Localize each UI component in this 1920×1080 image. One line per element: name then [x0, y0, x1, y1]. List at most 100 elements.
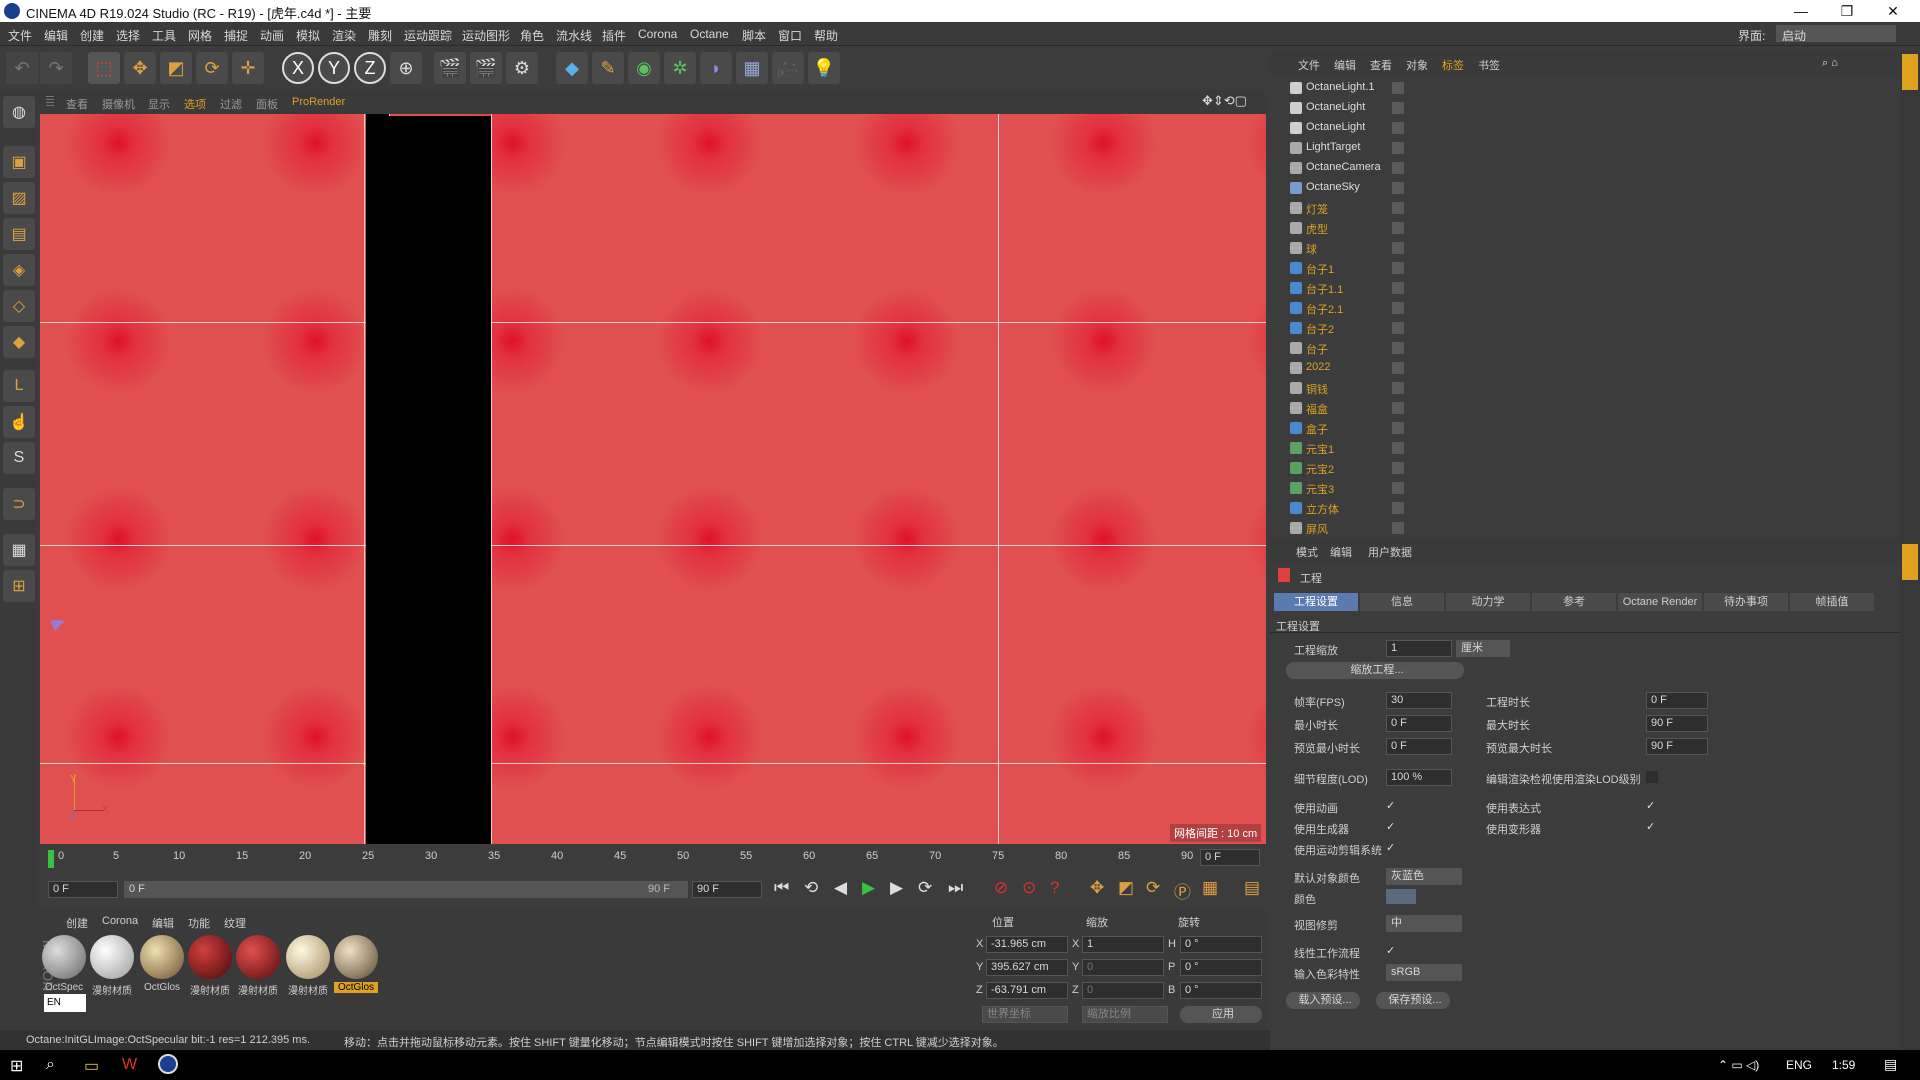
object-row[interactable]: 2022	[1270, 358, 1892, 378]
scale-icon[interactable]: ◩	[160, 52, 192, 84]
menu-tools[interactable]: 工具	[152, 27, 176, 44]
object-row[interactable]: 台子2	[1270, 318, 1892, 338]
subdivision-icon[interactable]: ◉	[628, 52, 660, 84]
pen-icon[interactable]: ✎	[592, 52, 624, 84]
minimize-button[interactable]: —	[1778, 0, 1824, 22]
menu-window[interactable]: 窗口	[778, 27, 802, 44]
maximize-button[interactable]: ❐	[1824, 0, 1870, 22]
cube-icon[interactable]: ◆	[556, 52, 588, 84]
live-select-icon[interactable]: ⬚	[88, 52, 120, 84]
polygons-mode-icon[interactable]: ◆	[3, 326, 35, 358]
wps-icon[interactable]: W	[122, 1056, 137, 1074]
scale-y-field[interactable]: 0	[1082, 959, 1164, 976]
save-preset-button[interactable]: 保存预设...	[1376, 992, 1450, 1009]
object-row[interactable]: OctaneLight	[1270, 98, 1892, 118]
tab-todo[interactable]: 待办事项	[1704, 593, 1788, 611]
view-clip-select[interactable]: 中	[1386, 915, 1462, 932]
points-mode-icon[interactable]: ◈	[3, 254, 35, 286]
side-tab-objects[interactable]	[1902, 54, 1918, 90]
object-row[interactable]: 屏风	[1270, 518, 1892, 538]
visibility-toggle-icon[interactable]	[1392, 522, 1404, 534]
material-swatch-4[interactable]	[188, 935, 232, 979]
visibility-toggle-icon[interactable]	[1392, 82, 1404, 94]
menu-plugins[interactable]: 插件	[602, 27, 626, 44]
snap-icon[interactable]: ⊃	[3, 488, 35, 520]
visibility-toggle-icon[interactable]	[1392, 502, 1404, 514]
viewport-nav-icons[interactable]: ✥⇕⟲▢	[1202, 93, 1247, 109]
playhead[interactable]	[48, 850, 54, 868]
scale-z-field[interactable]: 0	[1082, 982, 1164, 999]
pos-z-field[interactable]: -63.791 cm	[986, 982, 1068, 999]
mat-menu-corona[interactable]: Corona	[102, 915, 138, 927]
obj-menu-view[interactable]: 查看	[1370, 57, 1392, 73]
file-explorer-icon[interactable]: ▭	[84, 1056, 99, 1076]
next-key-icon[interactable]: ⟳	[918, 878, 932, 898]
render-view-icon[interactable]: 🎬	[434, 52, 466, 84]
visibility-toggle-icon[interactable]	[1392, 202, 1404, 214]
current-frame-field[interactable]: 0 F	[1200, 849, 1260, 866]
start-frame-field[interactable]: 0 F	[48, 881, 118, 898]
render-settings-icon[interactable]: ⚙	[506, 52, 538, 84]
key-param-icon[interactable]: Ⓟ	[1174, 878, 1191, 903]
end-frame-field[interactable]: 90 F	[692, 881, 762, 898]
menu-script[interactable]: 脚本	[742, 27, 766, 44]
viewport-menu-filter[interactable]: 过滤	[220, 96, 242, 112]
object-row[interactable]: 盒子	[1270, 418, 1892, 438]
menu-octane[interactable]: Octane	[690, 27, 729, 41]
render-lod-checkbox[interactable]	[1646, 771, 1658, 783]
material-swatch-6[interactable]	[286, 935, 330, 979]
use-expression-checkbox[interactable]: ✓	[1646, 800, 1658, 812]
visibility-toggle-icon[interactable]	[1392, 142, 1404, 154]
key-move-icon[interactable]: ✥	[1090, 878, 1104, 898]
menu-mesh[interactable]: 网格	[188, 27, 212, 44]
tab-info[interactable]: 信息	[1360, 593, 1444, 611]
transform-icon[interactable]: ✛	[232, 52, 264, 84]
attr-menu-mode[interactable]: 模式	[1296, 544, 1318, 560]
rot-p-field[interactable]: 0 °	[1180, 959, 1262, 976]
texture-mode-icon[interactable]: ▨	[3, 182, 35, 214]
obj-menu-objects[interactable]: 对象	[1406, 57, 1428, 73]
visibility-toggle-icon[interactable]	[1392, 342, 1404, 354]
viewport-menu-view[interactable]: 查看	[66, 96, 88, 112]
ime-lang[interactable]: EN	[44, 994, 86, 1012]
mat-menu-create[interactable]: 创建	[66, 915, 88, 931]
notification-icon[interactable]: ▤	[1884, 1056, 1897, 1073]
rot-b-field[interactable]: 0 °	[1180, 982, 1262, 999]
viewport-menu-options[interactable]: 选项	[184, 96, 206, 112]
tray-icons[interactable]: ⌃ ▭ ◁)	[1718, 1058, 1759, 1072]
visibility-toggle-icon[interactable]	[1392, 162, 1404, 174]
windows-start-icon[interactable]: ⊞	[10, 1056, 23, 1076]
menu-snap[interactable]: 捕捉	[224, 27, 248, 44]
object-row[interactable]: 元宝1	[1270, 438, 1892, 458]
min-time-field[interactable]: 0 F	[1386, 715, 1452, 732]
array-icon[interactable]: ✲	[664, 52, 696, 84]
visibility-toggle-icon[interactable]	[1392, 402, 1404, 414]
use-generator-checkbox[interactable]: ✓	[1386, 821, 1398, 833]
length-field[interactable]: 0 F	[1646, 692, 1708, 709]
scale-x-field[interactable]: 1	[1082, 936, 1164, 953]
camera-icon[interactable]: 🎥	[772, 52, 804, 84]
object-row[interactable]: 台子1	[1270, 258, 1892, 278]
viewport-menu-cameras[interactable]: 摄像机	[102, 96, 135, 112]
object-row[interactable]: 元宝2	[1270, 458, 1892, 478]
goto-start-icon[interactable]: ⏮	[774, 878, 789, 898]
visibility-toggle-icon[interactable]	[1392, 242, 1404, 254]
search-icon[interactable]: ⌕	[46, 1056, 55, 1074]
object-row[interactable]: 球	[1270, 238, 1892, 258]
mat-menu-edit[interactable]: 编辑	[152, 915, 174, 931]
use-deformer-checkbox[interactable]: ✓	[1646, 821, 1658, 833]
viewport-menu-display[interactable]: 显示	[148, 96, 170, 112]
close-button[interactable]: ✕	[1870, 0, 1916, 22]
menu-animate[interactable]: 动画	[260, 27, 284, 44]
taskbar-clock[interactable]: 1:59	[1832, 1058, 1855, 1072]
range-slider[interactable]: 0 F	[124, 881, 688, 898]
preview-max-field[interactable]: 90 F	[1646, 738, 1708, 755]
object-row[interactable]: 台子	[1270, 338, 1892, 358]
goto-end-icon[interactable]: ⏭	[948, 878, 963, 898]
object-row[interactable]: 台子1.1	[1270, 278, 1892, 298]
y-axis-icon[interactable]: Y	[318, 52, 350, 84]
key-rotate-icon[interactable]: ⟳	[1146, 878, 1160, 898]
play-icon[interactable]: ▶	[862, 878, 875, 898]
material-swatch-7[interactable]	[334, 935, 378, 979]
quantize-icon[interactable]: ⊞	[3, 570, 35, 602]
